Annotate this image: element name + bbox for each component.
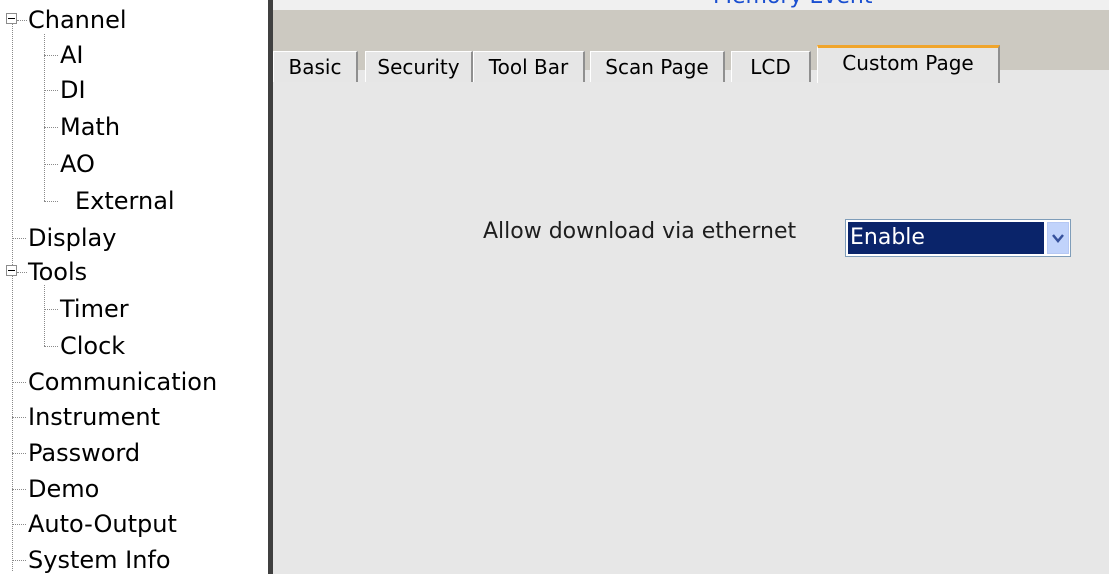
allow-download-value: Enable xyxy=(848,222,1044,254)
tree-item-label: External xyxy=(75,187,175,215)
tree-item-label: Math xyxy=(60,113,121,141)
tree-item-label: Timer xyxy=(60,295,129,323)
tree-item-ao[interactable]: AO xyxy=(0,147,268,181)
tree-item-label: Password xyxy=(28,439,141,467)
tree-item-math[interactable]: Math xyxy=(0,110,268,144)
tab-label: Basic xyxy=(288,55,342,79)
tree-item-label: Tools xyxy=(28,258,88,286)
tree-item-timer[interactable]: Timer xyxy=(0,292,268,326)
allow-download-label: Allow download via ethernet xyxy=(483,219,797,244)
window-titlebar: Memory Event xyxy=(273,0,1109,10)
tree-item-label: Communication xyxy=(28,368,218,396)
tree-item-display[interactable]: Display xyxy=(0,221,268,255)
tab-basic[interactable]: Basic xyxy=(273,51,358,82)
settings-content: Memory Event Basic Security Tool Bar Sca… xyxy=(273,0,1109,574)
tree-item-tools[interactable]: Tools xyxy=(0,255,268,289)
tree-item-label: Demo xyxy=(28,475,100,503)
tab-lcd[interactable]: LCD xyxy=(731,51,811,82)
tree-item-auto-output[interactable]: Auto-Output xyxy=(0,507,268,541)
window-title: Memory Event xyxy=(713,0,873,9)
tree-item-label: DI xyxy=(60,76,86,104)
tab-label: Custom Page xyxy=(842,51,974,75)
tree-item-label: Auto-Output xyxy=(28,510,177,538)
tree-item-label: Channel xyxy=(28,6,127,34)
tab-label: LCD xyxy=(750,55,791,79)
tree-item-label: Clock xyxy=(60,332,126,360)
tree-item-ai[interactable]: AI xyxy=(0,38,268,72)
tab-label: Scan Page xyxy=(605,55,709,79)
tree-item-system-info[interactable]: System Info xyxy=(0,543,268,574)
tree-item-password[interactable]: Password xyxy=(0,436,268,470)
tree-item-di[interactable]: DI xyxy=(0,73,268,107)
chevron-down-icon xyxy=(1052,234,1064,243)
tree-item-demo[interactable]: Demo xyxy=(0,472,268,506)
tree-item-label: Instrument xyxy=(28,403,161,431)
tab-strip: Basic Security Tool Bar Scan Page LCD Cu… xyxy=(273,10,1109,83)
settings-tree: Channel AI DI Math AO External Display T… xyxy=(0,0,268,574)
allow-download-select[interactable]: Enable xyxy=(845,219,1071,257)
tab-label: Security xyxy=(377,55,460,79)
tree-item-label: AO xyxy=(60,150,95,178)
tree-item-communication[interactable]: Communication xyxy=(0,365,268,399)
tab-scan-page[interactable]: Scan Page xyxy=(590,51,725,82)
tab-label: Tool Bar xyxy=(488,55,569,79)
tree-item-instrument[interactable]: Instrument xyxy=(0,400,268,434)
dropdown-button[interactable] xyxy=(1047,222,1069,254)
tab-custom-page[interactable]: Custom Page xyxy=(817,45,1000,83)
collapse-icon[interactable] xyxy=(6,265,17,276)
tree-item-label: Display xyxy=(28,224,117,252)
tree-item-label: AI xyxy=(60,41,84,69)
tree-item-channel[interactable]: Channel xyxy=(0,3,268,37)
tree-item-label: System Info xyxy=(28,546,171,574)
tree-item-clock[interactable]: Clock xyxy=(0,329,268,363)
tab-tool-bar[interactable]: Tool Bar xyxy=(473,51,585,82)
tab-security[interactable]: Security xyxy=(365,51,473,82)
collapse-icon[interactable] xyxy=(6,13,17,24)
tree-item-external[interactable]: External xyxy=(0,184,268,218)
